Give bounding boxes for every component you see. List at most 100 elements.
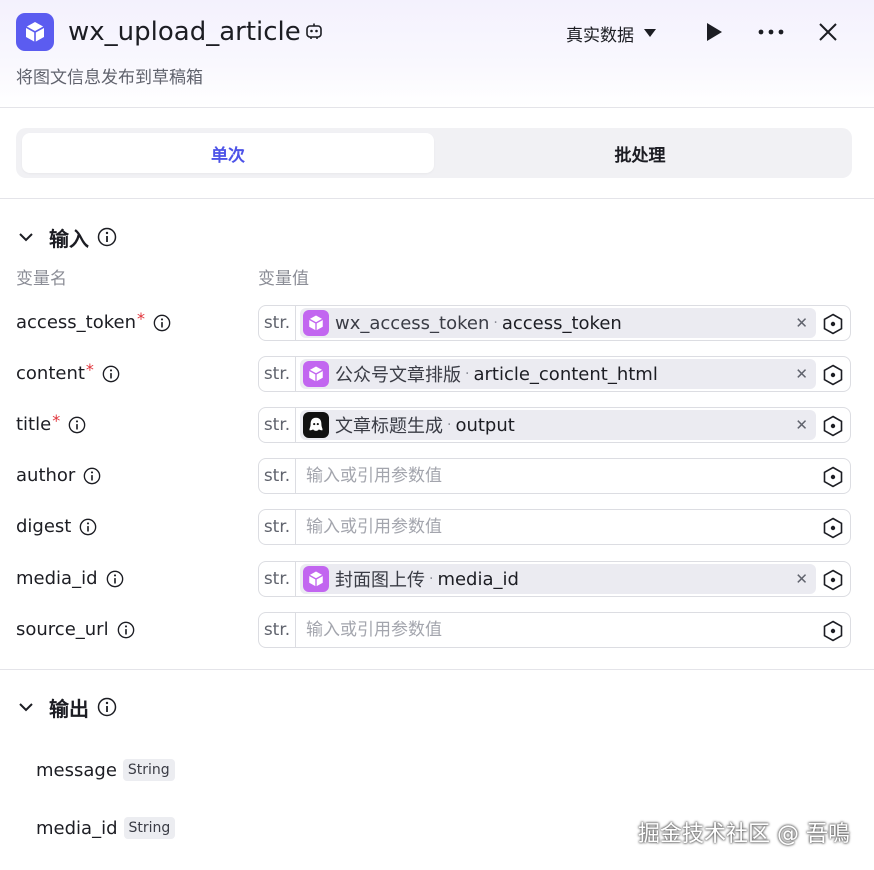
info-icon[interactable] — [117, 621, 135, 639]
output-type-badge: String — [123, 817, 176, 839]
info-icon[interactable] — [97, 227, 117, 247]
chevron-down-icon — [19, 703, 33, 712]
param-name-label: media_id — [16, 568, 98, 589]
more-button[interactable] — [755, 17, 787, 47]
param-value-input[interactable] — [306, 517, 806, 537]
ref-variable-name: media_id — [437, 568, 519, 590]
play-icon — [707, 23, 722, 41]
robot-icon — [305, 22, 323, 40]
output-item: message String — [36, 756, 175, 784]
clear-reference-button[interactable]: ✕ — [795, 416, 808, 434]
type-tag: str. — [259, 459, 296, 493]
param-name: content * — [16, 360, 120, 387]
data-mode-label: 真实数据 — [566, 25, 634, 46]
plugin-cube-icon — [303, 566, 329, 592]
input-section-title: 输入 — [49, 226, 89, 251]
info-icon[interactable] — [97, 697, 117, 717]
required-asterisk: * — [85, 360, 94, 379]
param-value-input[interactable] — [306, 466, 806, 486]
ref-node-name: wx_access_token — [335, 312, 490, 334]
param-value-field: str. wx_access_token · access_token ✕ — [258, 305, 851, 341]
variable-reference-icon[interactable] — [822, 466, 844, 488]
param-row-digest: digest str. — [0, 509, 874, 545]
info-icon[interactable] — [106, 570, 124, 588]
divider — [0, 669, 874, 670]
ref-variable-name: access_token — [501, 312, 622, 334]
param-name-label: title — [16, 414, 52, 435]
param-name: title * — [16, 411, 86, 438]
plugin-cube-icon — [303, 361, 329, 387]
plugin-cube-icon — [16, 13, 54, 51]
ref-separator: · — [465, 366, 470, 382]
variable-reference-tag[interactable]: wx_access_token · access_token ✕ — [300, 308, 816, 338]
output-name: media_id — [36, 817, 118, 839]
param-value-field: str. 公众号文章排版 · article_content_html ✕ — [258, 356, 851, 392]
chevron-down-icon — [19, 233, 33, 242]
variable-reference-icon[interactable] — [822, 364, 844, 386]
input-section-toggle[interactable]: 输入 — [16, 222, 117, 252]
param-row-access-token: access_token * str. wx_access_token · access_… — [0, 305, 874, 341]
param-value-field: str. — [258, 612, 851, 648]
close-icon — [819, 23, 837, 41]
param-row-content: content * str. 公众号文章排版 · article_content_html… — [0, 356, 874, 392]
param-name: author — [16, 463, 101, 489]
variable-reference-icon[interactable] — [822, 415, 844, 437]
ref-node-name: 公众号文章排版 — [335, 365, 461, 386]
required-asterisk: * — [137, 309, 145, 328]
output-section-toggle[interactable]: 输出 — [16, 692, 117, 722]
param-name: source_url — [16, 617, 135, 643]
type-tag: str. — [259, 306, 296, 340]
param-name-label: content — [16, 363, 85, 384]
output-name: message — [36, 759, 117, 781]
param-value-field: str. — [258, 509, 851, 545]
clear-reference-button[interactable]: ✕ — [795, 570, 808, 588]
variable-reference-tag[interactable]: 封面图上传 · media_id ✕ — [300, 564, 816, 594]
clear-reference-button[interactable]: ✕ — [795, 314, 808, 332]
plugin-cube-icon — [303, 310, 329, 336]
info-icon[interactable] — [102, 365, 120, 383]
info-icon[interactable] — [68, 416, 86, 434]
variable-reference-icon[interactable] — [822, 620, 844, 642]
tab-batch[interactable]: 批处理 — [434, 133, 846, 173]
more-dots-icon — [758, 29, 784, 35]
llm-bot-icon — [303, 412, 329, 438]
ref-node-name: 封面图上传 — [335, 570, 425, 591]
param-name: access_token * — [16, 309, 171, 336]
data-mode-dropdown[interactable]: 真实数据 — [566, 20, 656, 46]
param-value-input[interactable] — [306, 620, 806, 640]
type-tag: str. — [259, 510, 296, 544]
param-row-source-url: source_url str. — [0, 612, 874, 648]
run-button[interactable] — [698, 17, 730, 47]
info-icon[interactable] — [83, 467, 101, 485]
node-title: wx_upload_article — [68, 17, 301, 47]
variable-reference-icon[interactable] — [822, 313, 844, 335]
tab-single[interactable]: 单次 — [22, 133, 434, 173]
clear-reference-button[interactable]: ✕ — [795, 365, 808, 383]
caret-down-icon — [644, 29, 656, 37]
param-value-field: str. 文章标题生成 · output ✕ — [258, 407, 851, 443]
ref-separator: · — [429, 571, 434, 587]
ref-variable-name: article_content_html — [473, 363, 658, 385]
param-value-field: str. — [258, 458, 851, 494]
param-row-author: author str. — [0, 458, 874, 494]
param-row-media-id: media_id str. 封面图上传 · media_id ✕ — [0, 561, 874, 597]
variable-reference-icon[interactable] — [822, 517, 844, 539]
variable-reference-tag[interactable]: 公众号文章排版 · article_content_html ✕ — [300, 359, 816, 389]
param-row-title: title * str. 文章标题生成 · output ✕ — [0, 407, 874, 443]
param-value-field: str. 封面图上传 · media_id ✕ — [258, 561, 851, 597]
output-section-title: 输出 — [49, 696, 89, 721]
param-name-label: digest — [16, 516, 72, 537]
param-name-label: access_token — [16, 312, 136, 333]
info-icon[interactable] — [153, 314, 171, 332]
close-button[interactable] — [812, 17, 844, 47]
run-mode-tabs: 单次 批处理 — [16, 128, 852, 178]
output-type-badge: String — [122, 759, 175, 781]
info-icon[interactable] — [79, 518, 97, 536]
column-label-name: 变量名 — [16, 269, 67, 289]
type-tag: str. — [259, 408, 296, 442]
ref-node-name: 文章标题生成 — [335, 416, 443, 437]
variable-reference-tag[interactable]: 文章标题生成 · output ✕ — [300, 410, 816, 440]
node-header: wx_upload_article 将图文信息发布到草稿箱 真实数据 — [0, 0, 874, 108]
output-item: media_id String — [36, 814, 176, 842]
variable-reference-icon[interactable] — [822, 569, 844, 591]
